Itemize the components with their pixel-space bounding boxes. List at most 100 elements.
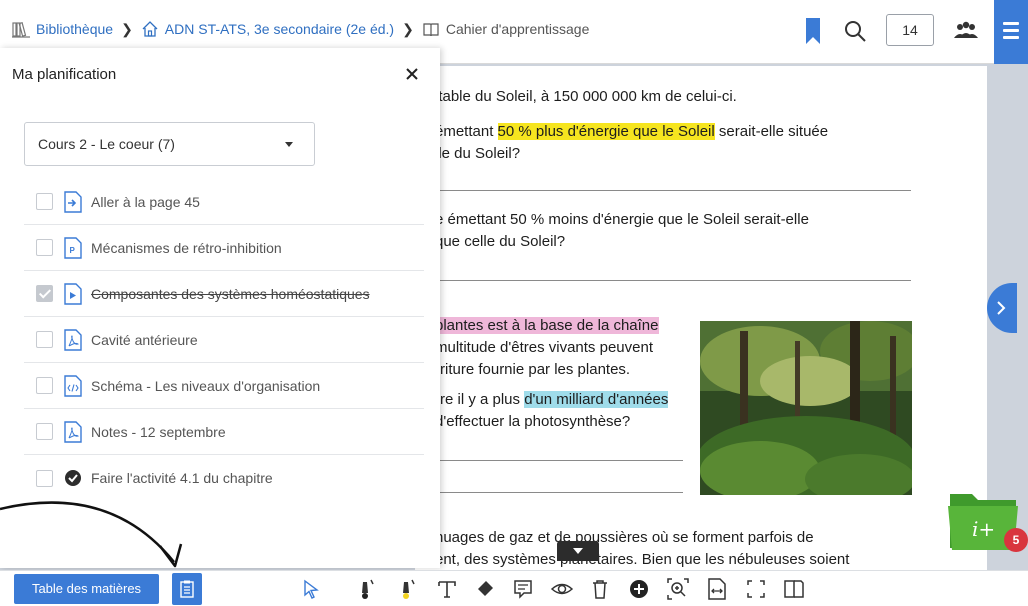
list-item[interactable]: Cavité antérieure — [24, 317, 424, 363]
caret-down-icon — [285, 142, 293, 147]
clipboard-icon — [180, 580, 194, 598]
menu-button[interactable] — [994, 0, 1028, 64]
add-circle-icon[interactable] — [628, 578, 650, 600]
breadcrumb-label: Bibliothèque — [36, 21, 114, 37]
fullscreen-icon[interactable] — [745, 578, 767, 600]
list-item-label: Aller à la page 45 — [91, 193, 200, 210]
svg-text:P: P — [70, 246, 76, 255]
menu-icon-bar — [1003, 36, 1019, 39]
list-item[interactable]: Faire l'activité 4.1 du chapitre — [24, 455, 424, 501]
highlight-cyan[interactable]: d'un milliard d'années — [524, 391, 669, 408]
page-text: lle du Soleil? — [435, 145, 521, 162]
planning-list: Aller à la page 45 P Mécanismes de rétro… — [24, 179, 424, 501]
breadcrumb-library[interactable]: Bibliothèque — [12, 20, 113, 38]
list-item-label: Schéma - Les niveaux d'organisation — [91, 377, 321, 394]
course-select[interactable]: Cours 2 - Le coeur (7) — [24, 122, 315, 166]
page-text: multitude d'êtres vivants peuvent — [435, 339, 653, 356]
forest-photo — [700, 321, 912, 495]
menu-icon — [1003, 22, 1019, 25]
checkbox[interactable] — [36, 469, 53, 487]
list-item[interactable]: Schéma - Les niveaux d'organisation — [24, 363, 424, 409]
page-text: itable du Soleil, à 150 000 000 km de ce… — [435, 88, 737, 105]
chevron-right-icon: ❯ — [402, 20, 414, 37]
list-item-label: Mécanismes de rétro-inhibition — [91, 239, 282, 256]
eye-icon[interactable] — [551, 578, 573, 600]
page-text: émettant — [435, 123, 498, 140]
text-tool-icon[interactable] — [436, 578, 458, 600]
page-text: serait-elle située — [714, 123, 829, 140]
list-item-label: Notes - 12 septembre — [91, 423, 226, 440]
note-icon[interactable] — [512, 578, 534, 600]
library-icon — [12, 21, 30, 38]
goto-page-icon — [64, 190, 82, 213]
page-text: que celle du Soleil? — [435, 233, 566, 250]
video-file-icon — [64, 282, 82, 305]
book-icon — [423, 23, 439, 37]
page-text: ent, des systèmes planétaires. Bien que … — [435, 551, 850, 568]
breadcrumb-current: Cahier d'apprentissage — [422, 20, 590, 38]
answer-line — [435, 460, 683, 461]
checkbox[interactable] — [36, 377, 53, 394]
list-item[interactable]: Aller à la page 45 — [24, 179, 424, 225]
page-text: nuages de gaz et de poussières où se for… — [435, 529, 814, 546]
answer-line — [435, 280, 911, 281]
notification-badge: 5 — [1004, 528, 1028, 552]
pen-icon[interactable] — [355, 578, 377, 600]
toolbar-collapse-button[interactable] — [557, 541, 599, 561]
menu-icon-bar — [1003, 29, 1019, 32]
checkbox[interactable] — [36, 423, 53, 440]
eraser-icon[interactable] — [474, 578, 496, 600]
planning-button[interactable] — [172, 573, 202, 605]
breadcrumb-label: ADN ST-ATS, 3e secondaire (2e éd.) — [164, 21, 395, 37]
list-item[interactable]: Notes - 12 septembre — [24, 409, 424, 455]
breadcrumb: Bibliothèque ❯ ADN ST-ATS, 3e secondaire… — [12, 20, 589, 38]
course-select-value: Cours 2 - Le coeur (7) — [38, 136, 175, 152]
checkbox-checked[interactable] — [36, 285, 53, 302]
pdf-file-icon — [64, 328, 82, 351]
page-text: émettant 50 % plus d'énergie que le Sole… — [435, 121, 828, 143]
page-text: rre il y a plus d'un milliard d'années — [435, 389, 669, 411]
check-circle-icon — [65, 470, 81, 486]
highlight-yellow[interactable]: 50 % plus d'énergie que le Soleil — [497, 123, 715, 140]
highlight-pink[interactable]: plantes est à la base de la chaîne — [435, 317, 659, 334]
page-number-input[interactable]: 14 — [886, 14, 934, 46]
page-text: rriture fournie par les plantes. — [435, 361, 631, 378]
code-file-icon — [64, 374, 82, 397]
trash-icon[interactable] — [589, 578, 611, 600]
chevron-right-icon: ❯ — [121, 20, 133, 37]
zoom-area-icon[interactable] — [667, 578, 689, 600]
list-item-label: Faire l'activité 4.1 du chapitre — [91, 470, 273, 486]
folder-label: i+ — [972, 517, 995, 541]
bookmark-icon[interactable] — [806, 18, 820, 44]
select-pointer-icon[interactable] — [300, 578, 322, 600]
chevron-right-icon — [997, 301, 1006, 315]
next-page-button[interactable] — [987, 283, 1017, 333]
close-icon[interactable] — [404, 66, 420, 82]
breadcrumb-collection[interactable]: ADN ST-ATS, 3e secondaire (2e éd.) — [141, 20, 394, 38]
checkbox[interactable] — [36, 331, 53, 348]
checkbox[interactable] — [36, 193, 53, 210]
list-item[interactable]: Composantes des systèmes homéostatiques — [24, 271, 424, 317]
answer-line — [435, 492, 683, 493]
page-text: rre il y a plus — [435, 391, 525, 408]
page-text: e émettant 50 % moins d'énergie que le S… — [435, 211, 809, 228]
users-group-icon[interactable] — [952, 20, 980, 42]
breadcrumb-label: Cahier d'apprentissage — [445, 21, 590, 37]
book-page: itable du Soleil, à 150 000 000 km de ce… — [415, 66, 987, 570]
bottom-toolbar: Table des matières — [0, 570, 1028, 606]
home-icon — [142, 21, 158, 37]
search-icon[interactable] — [843, 19, 867, 43]
highlighter-icon[interactable] — [396, 578, 418, 600]
dual-page-icon[interactable] — [783, 578, 805, 600]
list-item[interactable]: P Mécanismes de rétro-inhibition — [24, 225, 424, 271]
page-text: d'effectuer la photosynthèse? — [435, 413, 631, 430]
pdf-file-icon — [64, 420, 82, 443]
fit-width-icon[interactable] — [706, 578, 728, 600]
checkbox[interactable] — [36, 239, 53, 256]
answer-line — [435, 190, 911, 191]
page-text: plantes est à la base de la chaîne — [435, 315, 659, 337]
table-of-contents-button[interactable]: Table des matières — [14, 574, 159, 604]
caret-down-icon — [573, 548, 583, 554]
presentation-file-icon: P — [64, 236, 82, 259]
list-item-label: Cavité antérieure — [91, 331, 198, 348]
